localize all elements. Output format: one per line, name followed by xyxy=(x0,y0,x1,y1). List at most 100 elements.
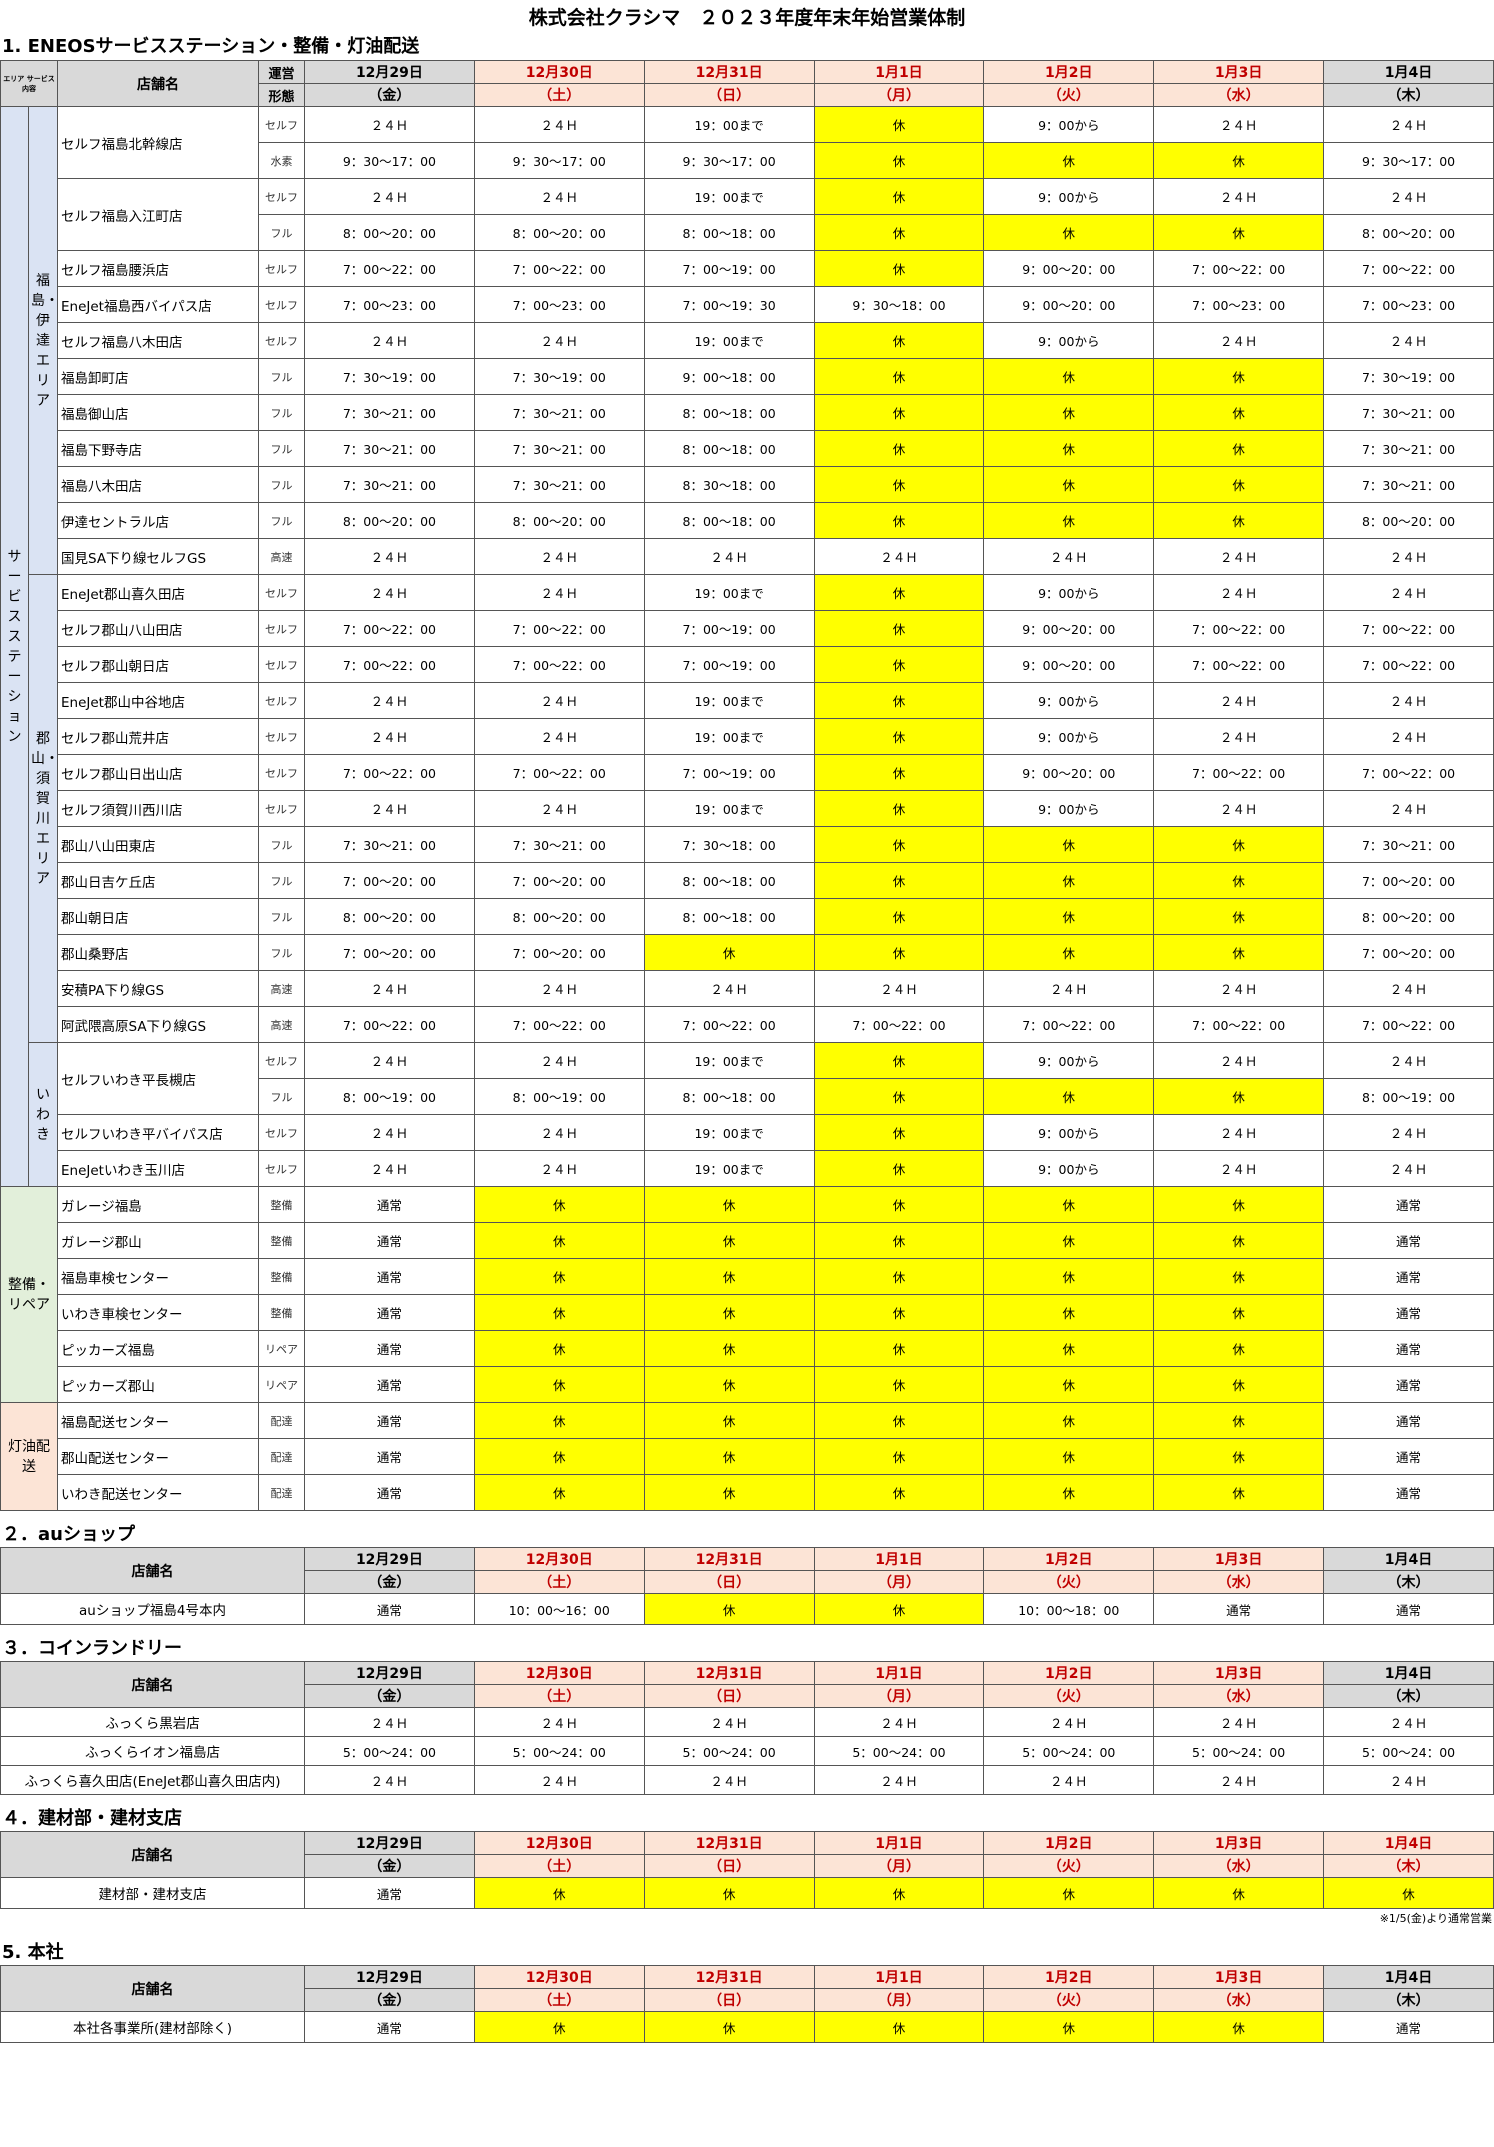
hours-cell: ２４Ｈ xyxy=(473,574,645,611)
hours-cell: ２４Ｈ xyxy=(1323,178,1494,215)
ops-type: フル xyxy=(258,358,305,395)
hours-cell: 7：00〜22：00 xyxy=(473,610,645,647)
hours-cell: 10：00〜18：00 xyxy=(983,1593,1155,1625)
hours-cell: ２４Ｈ xyxy=(1153,322,1325,359)
day-header-date: 12月30日 xyxy=(473,1661,645,1685)
hours-cell: 休 xyxy=(473,1330,645,1367)
hours-cell: ２４Ｈ xyxy=(1323,322,1494,359)
hours-cell: ２４Ｈ xyxy=(473,1707,645,1737)
hours-cell: 19：00まで xyxy=(643,718,815,755)
day-header-dow: （火） xyxy=(983,1570,1155,1594)
hours-cell: 通常 xyxy=(304,1438,475,1475)
hours-cell: 休 xyxy=(983,466,1155,503)
day-header-dow: （金） xyxy=(304,83,475,107)
table-row: auショップ福島4号本内 通常 10：00〜16：00 休休 10：00〜18：00 通常… xyxy=(0,1593,1494,1625)
hours-cell: 7：00〜22：00 xyxy=(473,250,645,287)
table-row: セルフ郡山朝日店 セルフ 7：00〜22：00 7：00〜22：00 7：00〜19：0… xyxy=(1,646,1494,683)
table-row: サービスステーション 福島・伊達エリア セルフ福島北幹線店 セルフ ２４Ｈ ２４Ｈ 19：0… xyxy=(0,106,1494,1187)
ops-type: 水素 xyxy=(258,142,305,179)
hours-cell: 7：00〜19：00 xyxy=(643,646,815,683)
day-header-dow: （金） xyxy=(304,1570,475,1594)
group-label: 整備・リペア xyxy=(0,1186,58,1403)
hours-cell: 9：00〜18：00 xyxy=(643,358,815,395)
hours-cell: 9：30〜18：00 xyxy=(813,286,985,323)
hours-cell: ２４Ｈ xyxy=(304,574,475,611)
day-header-dow: （水） xyxy=(1153,1684,1325,1708)
table-row: 郡山八山田東店 フル 7：30〜21：00 7：30〜21：00 7：30〜18：00 休… xyxy=(1,826,1494,863)
hours-cell: 8：00〜19：00 xyxy=(1323,1078,1494,1115)
hours-cell: 7：00〜22：00 xyxy=(473,1006,645,1043)
hours-cell: 7：00〜20：00 xyxy=(304,862,475,899)
hours-cell: 9：00から xyxy=(983,106,1155,143)
ops-type: セルフ xyxy=(258,790,305,827)
hours-cell: 19：00まで xyxy=(643,1114,815,1151)
hours-cell: 休 xyxy=(473,1258,645,1295)
table-row: 福島八木田店 フル 7：30〜21：00 7：30〜21：00 8：30〜18：00 休休… xyxy=(1,466,1494,503)
day-header-date: 12月30日 xyxy=(473,1965,645,1989)
hours-cell: 19：00まで xyxy=(643,1150,815,1187)
day-header-date: 1月4日 xyxy=(1323,1547,1494,1571)
table-row: 郡山日吉ケ丘店 フル 7：00〜20：00 7：00〜20：00 8：00〜18：00 休… xyxy=(1,862,1494,899)
hours-cell: ２４Ｈ xyxy=(813,1707,985,1737)
hours-cell: 休 xyxy=(1153,214,1325,251)
hours-cell: ２４Ｈ xyxy=(1323,1114,1494,1151)
hours-cell: 休 xyxy=(1323,1877,1494,1909)
hours-cell: 通常 xyxy=(304,1222,475,1259)
hours-cell: 休 xyxy=(983,1078,1155,1115)
section1-title: 1. ENEOSサービスステーション・整備・灯油配送 xyxy=(2,36,420,57)
day-header-date: 1月2日 xyxy=(983,1831,1155,1855)
hours-cell: ２４Ｈ xyxy=(473,538,645,575)
ops-type: フル xyxy=(258,502,305,539)
hours-cell: 休 xyxy=(813,682,985,719)
section-table: 店舗名 12月29日 12月30日 12月31日 1月1日 1月2日 1月3日 1月4日 （金）… xyxy=(0,1661,1494,1795)
hours-cell: 休 xyxy=(643,1593,815,1625)
hours-cell: 7：00〜22：00 xyxy=(1323,646,1494,683)
table-row: セルフ福島八木田店 セルフ ２４Ｈ ２４Ｈ 19：00まで休 9：00から ２４Ｈ ２４Ｈ xyxy=(1,322,1494,359)
ops-type: フル xyxy=(258,430,305,467)
day-header-dow: （日） xyxy=(643,83,815,107)
hours-cell: 休 xyxy=(813,178,985,215)
day-header-date: 1月2日 xyxy=(983,1547,1155,1571)
hours-cell: ２４Ｈ xyxy=(1153,970,1325,1007)
hours-cell: 休 xyxy=(1153,2011,1325,2043)
hours-cell: 休 xyxy=(643,2011,815,2043)
hours-cell: ２４Ｈ xyxy=(1153,1042,1325,1079)
store-name: 伊達セントラル店 xyxy=(57,502,259,539)
hours-cell: 休 xyxy=(983,430,1155,467)
hours-cell: ２４Ｈ xyxy=(643,1707,815,1737)
hours-cell: 8：00〜20：00 xyxy=(304,898,475,935)
hours-cell: ２４Ｈ xyxy=(983,1707,1155,1737)
hours-cell: 休 xyxy=(813,1474,985,1511)
ops-type: 高速 xyxy=(258,538,305,575)
hours-cell: 7：00〜22：00 xyxy=(1153,754,1325,791)
hours-cell: 休 xyxy=(643,1402,815,1439)
area-label: 福島・伊達エリア xyxy=(28,106,58,575)
hours-cell: ２４Ｈ xyxy=(1323,682,1494,719)
group-label: サービスステーション xyxy=(0,106,29,1187)
hours-cell: 通常 xyxy=(304,1294,475,1331)
hours-cell: ２４Ｈ xyxy=(983,970,1155,1007)
store-name: セルフ須賀川西川店 xyxy=(57,790,259,827)
store-name: EneJet郡山中谷地店 xyxy=(57,682,259,719)
hours-cell: ２４Ｈ xyxy=(1323,538,1494,575)
hours-cell: ２４Ｈ xyxy=(1153,1150,1325,1187)
table-row: 伊達セントラル店 フル 8：00〜20：00 8：00〜20：00 8：00〜18：00… xyxy=(1,502,1494,539)
small-sections: ２．auショップ 店舗名 12月29日 12月30日 12月31日 1月1日 1月2日 1月3… xyxy=(0,1517,1494,2043)
hours-cell: 休 xyxy=(1153,1877,1325,1909)
day-header-date: 1月3日 xyxy=(1153,1831,1325,1855)
hours-cell: 7：00〜22：00 xyxy=(1323,250,1494,287)
hours-cell: 7：00〜22：00 xyxy=(304,646,475,683)
hours-cell: 8：00〜20：00 xyxy=(1323,502,1494,539)
store-name: 本社各事業所(建材部除く) xyxy=(0,2011,305,2043)
area-label: いわき xyxy=(28,1042,58,1187)
hours-cell: 休 xyxy=(1153,862,1325,899)
hours-cell: ２４Ｈ xyxy=(643,538,815,575)
hours-cell: 7：30〜21：00 xyxy=(1323,466,1494,503)
table-row: 福島車検センター 整備 通常休休休休休通常 xyxy=(1,1258,1494,1295)
hours-cell: ２４Ｈ xyxy=(1153,1707,1325,1737)
hours-cell: 8：00〜18：00 xyxy=(643,898,815,935)
store-name: 国見SA下り線セルフGS xyxy=(57,538,259,575)
hours-cell: ２４Ｈ xyxy=(473,718,645,755)
table-row: 阿武隈高原SA下り線GS 高速 7：00〜22：00 7：00〜22：00 7：00〜2… xyxy=(1,1006,1494,1043)
table-row: セルフ郡山荒井店 セルフ ２４Ｈ ２４Ｈ 19：00まで休 9：00から ２４Ｈ ２４Ｈ xyxy=(1,718,1494,755)
